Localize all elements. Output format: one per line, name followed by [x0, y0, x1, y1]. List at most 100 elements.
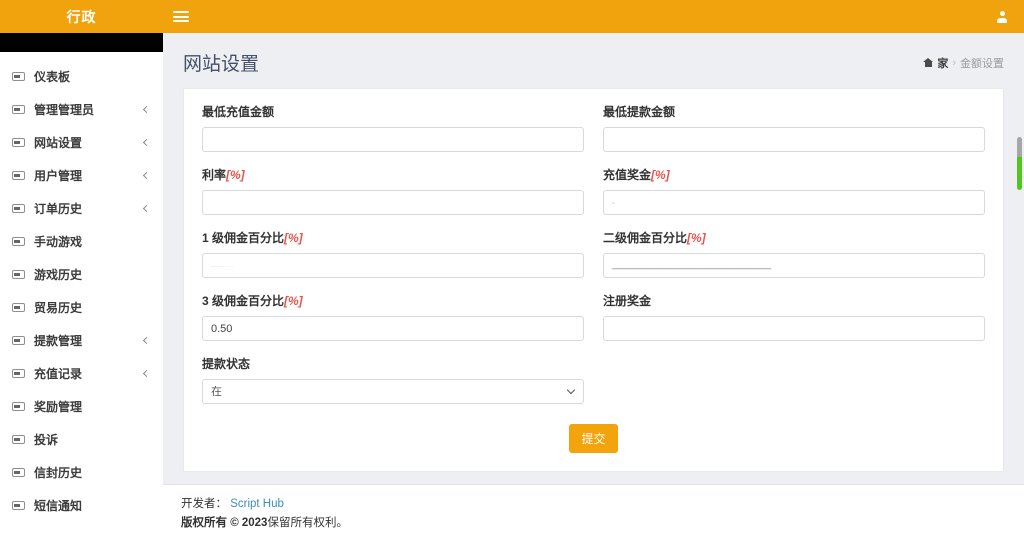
level1-commission-input[interactable]: ..... ... ... . .. . [202, 253, 584, 278]
app-brand: 行政 [0, 7, 163, 27]
field-label: 1 级佣金百分比 [202, 231, 284, 245]
field-label: 充值奖金 [603, 168, 651, 182]
chevron-left-icon [143, 337, 150, 344]
min-withdrawal-amount-input[interactable] [603, 127, 985, 152]
scrollbar-thumb[interactable] [1017, 137, 1022, 190]
level2-commission-input[interactable]: __________________________ [603, 253, 985, 278]
field-min-withdrawal-amount: 最低提款金额 [603, 103, 985, 152]
card-icon [12, 402, 25, 411]
field-label: 注册奖金 [603, 294, 651, 308]
sidebar-item-trade-history[interactable]: 贸易历史 [0, 291, 163, 324]
sidebar-item-label: 投诉 [34, 431, 58, 448]
sidebar-item-label: 贸易历史 [34, 299, 82, 316]
page-footer: 开发者： Script Hub 版权所有 © 2023保留所有权利。 [163, 484, 1024, 533]
breadcrumb-separator: › [952, 57, 956, 69]
card-icon [12, 303, 25, 312]
chevron-left-icon [143, 172, 150, 179]
interest-rate-input[interactable] [202, 190, 584, 215]
sidebar-top-strip [0, 33, 163, 52]
sidebar-item-sms-notification[interactable]: 短信通知 [0, 489, 163, 522]
card-icon [12, 204, 25, 213]
breadcrumb-current: 金额设置 [960, 55, 1004, 71]
field-recharge-bonus: 充值奖金[%] =, [603, 166, 985, 215]
withdrawal-status-select[interactable]: 在 [202, 379, 584, 404]
chevron-left-icon [143, 370, 150, 377]
field-label-suffix: [%] [226, 168, 245, 182]
page-title: 网站设置 [183, 49, 259, 76]
field-label: 最低提款金额 [603, 105, 675, 119]
registration-bonus-input[interactable] [603, 316, 985, 341]
field-registration-bonus: 注册奖金 [603, 292, 985, 341]
copyright-bold: 版权所有 © 2023 [181, 517, 267, 529]
empty-grid-cell [603, 355, 985, 404]
copyright-rest: 保留所有权利。 [267, 517, 348, 529]
sidebar-item-reward-management[interactable]: 奖励管理 [0, 390, 163, 423]
user-icon[interactable] [996, 11, 1008, 23]
field-level1-commission: 1 级佣金百分比[%] ..... ... ... . .. . [202, 229, 584, 278]
recharge-bonus-input[interactable]: =, [603, 190, 985, 215]
sidebar-item-website-settings[interactable]: 网站设置 [0, 126, 163, 159]
sidebar-item-game-history[interactable]: 游戏历史 [0, 258, 163, 291]
card-icon [12, 138, 25, 147]
sidebar-item-label: 仪表板 [34, 68, 70, 85]
sidebar-item-label: 订单历史 [34, 200, 82, 217]
card-icon [12, 237, 25, 246]
sidebar-item-label: 充值记录 [34, 365, 82, 382]
sidebar-menu: 仪表板 管理管理员 网站设置 用户管理 订单历史 [0, 52, 163, 522]
field-label-suffix: [%] [651, 168, 670, 182]
card-icon [12, 435, 25, 444]
sidebar-item-label: 用户管理 [34, 167, 82, 184]
sidebar-item-label: 手动游戏 [34, 233, 82, 250]
card-icon [12, 171, 25, 180]
home-icon [923, 58, 933, 67]
field-label: 最低充值金额 [202, 105, 274, 119]
field-interest-rate: 利率[%] [202, 166, 584, 215]
min-recharge-amount-input[interactable] [202, 127, 584, 152]
field-level2-commission: 二级佣金百分比[%] __________________________ [603, 229, 985, 278]
sidebar-item-recharge-records[interactable]: 充值记录 [0, 357, 163, 390]
developer-link[interactable]: Script Hub [230, 498, 284, 510]
sidebar-item-label: 游戏历史 [34, 266, 82, 283]
card-icon [12, 336, 25, 345]
card-icon [12, 468, 25, 477]
top-header: 行政 [0, 0, 1024, 33]
field-withdrawal-status: 提款状态 在 [202, 355, 584, 404]
field-label-suffix: [%] [284, 231, 303, 245]
submit-button[interactable]: 提交 [569, 424, 617, 453]
sidebar-item-label: 短信通知 [34, 497, 82, 514]
sidebar-item-label: 奖励管理 [34, 398, 82, 415]
chevron-left-icon [143, 106, 150, 113]
sidebar-item-user-management[interactable]: 用户管理 [0, 159, 163, 192]
sidebar-item-label: 提款管理 [34, 332, 82, 349]
field-label: 提款状态 [202, 357, 250, 371]
level3-commission-input[interactable] [202, 316, 584, 341]
field-label-suffix: [%] [284, 294, 303, 308]
sidebar: 仪表板 管理管理员 网站设置 用户管理 订单历史 [0, 33, 163, 533]
chevron-left-icon [143, 139, 150, 146]
breadcrumb-home-link[interactable]: 家 [937, 55, 948, 71]
main-column: 网站设置 家 › 金额设置 最低充值金额 最低提款金额 [163, 33, 1024, 533]
menu-toggle-icon[interactable] [173, 11, 189, 22]
sidebar-item-complaints[interactable]: 投诉 [0, 423, 163, 456]
sidebar-item-envelope-history[interactable]: 信封历史 [0, 456, 163, 489]
sidebar-item-label: 管理管理员 [34, 101, 94, 118]
settings-form-card: 最低充值金额 最低提款金额 利率[%] 充值奖金[%] =, [183, 88, 1004, 472]
chevron-left-icon [143, 205, 150, 212]
breadcrumb: 家 › 金额设置 [923, 55, 1004, 71]
field-label: 二级佣金百分比 [603, 231, 687, 245]
sidebar-item-admin-management[interactable]: 管理管理员 [0, 93, 163, 126]
sidebar-item-dashboard[interactable]: 仪表板 [0, 60, 163, 93]
field-label-suffix: [%] [687, 231, 706, 245]
card-icon [12, 501, 25, 510]
card-icon [12, 369, 25, 378]
sidebar-item-withdrawal-management[interactable]: 提款管理 [0, 324, 163, 357]
sidebar-item-manual-game[interactable]: 手动游戏 [0, 225, 163, 258]
field-min-recharge-amount: 最低充值金额 [202, 103, 584, 152]
sidebar-item-order-history[interactable]: 订单历史 [0, 192, 163, 225]
sidebar-item-label: 网站设置 [34, 134, 82, 151]
content-area: 网站设置 家 › 金额设置 最低充值金额 最低提款金额 [163, 33, 1024, 484]
sidebar-item-label: 信封历史 [34, 464, 82, 481]
developer-label: 开发者： [181, 498, 227, 510]
card-icon [12, 72, 25, 81]
field-label: 利率 [202, 168, 226, 182]
